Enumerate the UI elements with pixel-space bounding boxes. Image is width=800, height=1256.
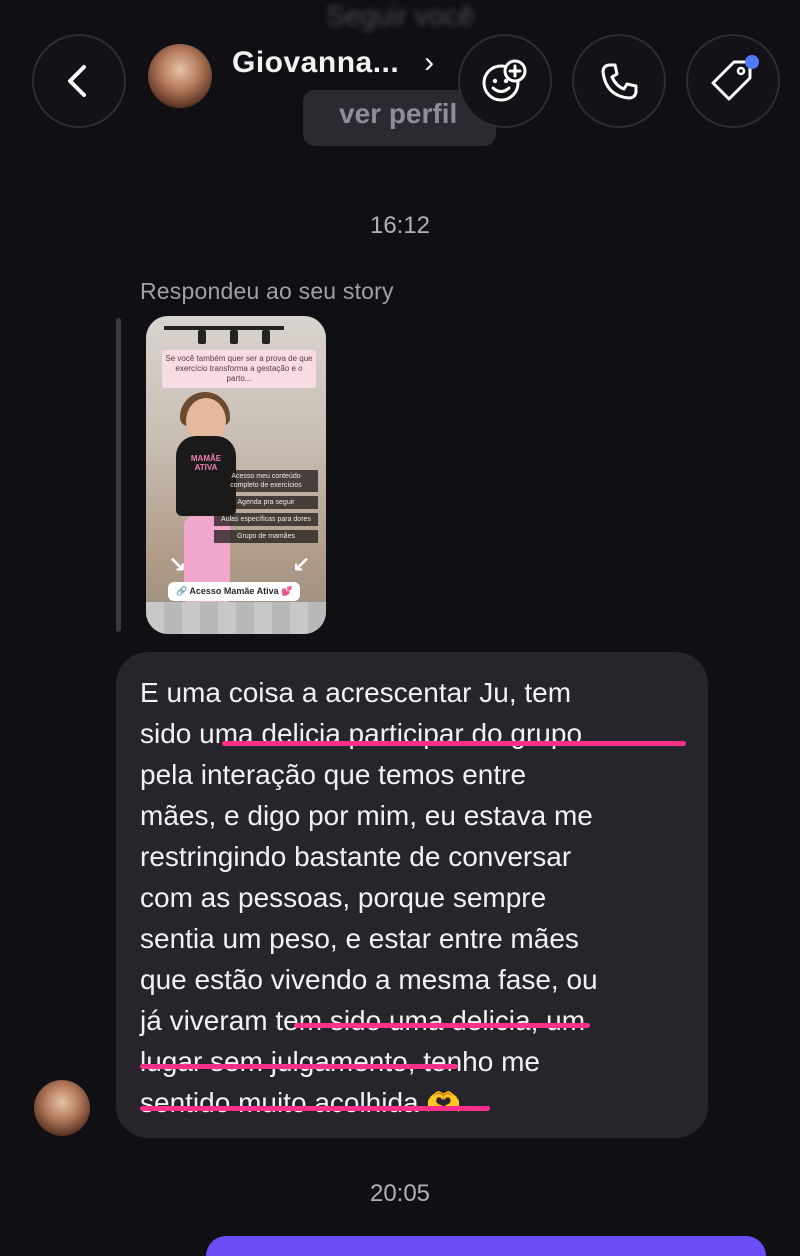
tag-icon (711, 55, 759, 101)
story-menu-item: Agenda pra seguir (214, 496, 318, 509)
timestamp: 16:12 (369, 212, 431, 239)
voice-call-button[interactable] (572, 34, 666, 128)
sticker-button[interactable] (458, 34, 552, 128)
highlight-underline (294, 1023, 590, 1028)
arrow-down-right-icon: ↙ (292, 552, 311, 577)
back-button[interactable] (32, 34, 126, 128)
top-blurred-label: Seguir você (326, 0, 474, 31)
sticker-add-icon (482, 59, 527, 102)
story-menu-item: Grupo de mamães (214, 530, 318, 543)
story-caption: Se você também quer ser a prova de que e… (162, 350, 316, 388)
story-preview[interactable]: Se você também quer ser a prova de que e… (146, 316, 326, 634)
view-profile-label: ver perfil (339, 98, 458, 129)
story-menu: Acesso meu conteúdo completo de exercíci… (214, 470, 318, 547)
sender-avatar[interactable] (34, 1080, 90, 1136)
contact-avatar[interactable] (148, 44, 212, 108)
story-reply-label: Respondeu ao seu story (140, 278, 394, 304)
timestamp: 20:05 (369, 1180, 431, 1207)
story-menu-item: Acesso meu conteúdo completo de exercíci… (214, 470, 318, 492)
arrow-down-left-icon: ↘ (168, 552, 187, 577)
highlight-underline (222, 741, 686, 746)
phone-icon (601, 63, 638, 100)
contact-name-link[interactable]: Giovanna... › (232, 46, 435, 80)
message-text: E uma coisa a acrescentar Ju, tem sido u… (140, 677, 598, 1118)
highlight-underline (140, 1106, 490, 1111)
chevron-right-icon: › (424, 46, 435, 79)
tag-button[interactable] (686, 34, 780, 128)
ceiling-light (262, 330, 270, 344)
ceiling-light (230, 330, 238, 344)
story-menu-item: Aulas específicas para dores (214, 513, 318, 526)
contact-name: Giovanna... (232, 46, 400, 79)
notification-dot (745, 55, 759, 69)
story-link-sticker: 🔗 Acesso Mamãe Ativa 💕 (168, 582, 301, 601)
next-message-bubble[interactable] (206, 1236, 766, 1256)
chevron-left-icon (68, 65, 86, 97)
highlight-underline (140, 1064, 458, 1069)
story-floor (146, 602, 326, 634)
ceiling-light (198, 330, 206, 344)
reply-indicator-bar (116, 318, 121, 632)
